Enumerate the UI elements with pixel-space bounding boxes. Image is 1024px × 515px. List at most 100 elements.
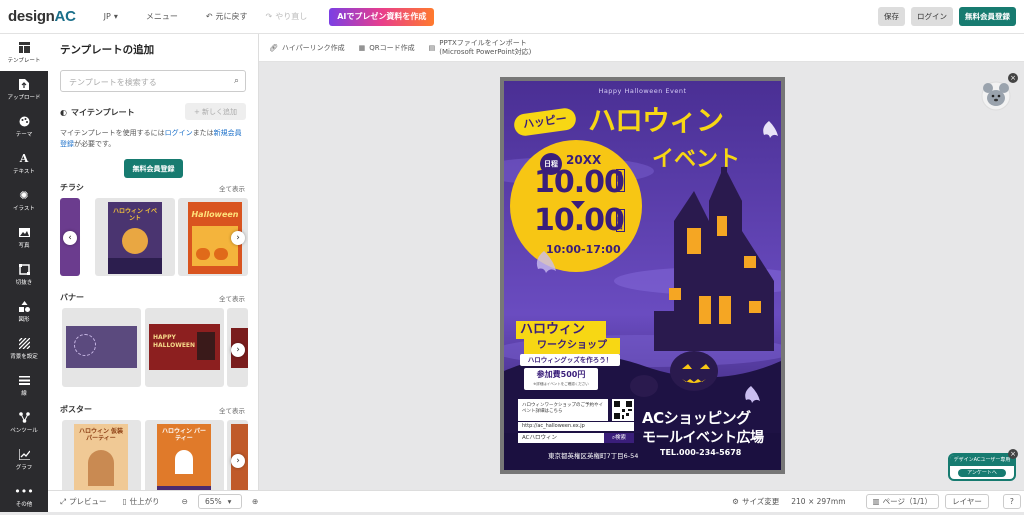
panel-register-button[interactable]: 無料会員登録 (124, 159, 183, 178)
qr-code-button[interactable]: ▦ QRコード作成 (359, 43, 415, 53)
template-thumb[interactable]: HAPPY HALLOWEEN (145, 308, 224, 387)
ai-presentation-button[interactable]: AIでプレゼン資料を作成 (329, 7, 435, 26)
banner-thumbnails: HAPPY HALLOWEEN (60, 308, 248, 388)
sidebar-item-template[interactable]: テンプレート (0, 34, 48, 71)
poster-thumbnails: ハロウィン 仮装パーティー ハロウィン パーティー (60, 420, 248, 490)
register-button[interactable]: 無料会員登録 (959, 7, 1016, 26)
menu-button[interactable]: メニュー (146, 11, 178, 22)
hyperlink-button[interactable]: 🔗︎ ハイパーリンク作成 (269, 43, 345, 53)
layer-button[interactable]: レイヤー (945, 494, 989, 509)
poster-title-2: イベント (652, 147, 741, 172)
book-icon: ▥ (872, 497, 880, 506)
chevron-down-icon: ▾ (227, 497, 232, 506)
sidebar-item-background[interactable]: 背景を設定 (0, 330, 48, 367)
poster-event-en: Happy Halloween Event (598, 87, 687, 95)
page-button[interactable]: ▥ ページ（1/1） (865, 494, 940, 509)
sidebar: テンプレート アップロード テーマ A テキスト ✺ イラスト 写真 切抜き 図形 … (0, 34, 48, 512)
poster-fee-note: ※詳細はイベントをご確認ください (533, 382, 589, 386)
palette-icon (19, 116, 30, 127)
finish-button[interactable]: ▯ 仕上がり (123, 496, 160, 507)
logo[interactable]: designAC (8, 8, 76, 25)
section-poster-title: ポスター (60, 405, 92, 414)
help-button[interactable]: ? (1002, 494, 1021, 509)
zoom-out-icon: ⊖ (181, 497, 188, 506)
poster-search-button: ⌕検索 (604, 433, 634, 443)
zoom-select[interactable]: 65% ▾ (197, 494, 242, 509)
sidebar-item-upload[interactable]: アップロード (0, 71, 48, 108)
pen-tool-icon (18, 411, 30, 423)
login-button[interactable]: ログイン (911, 7, 953, 26)
top-bar: designAC JP ▾ メニュー ↶ 元に戻す ↷ やり直し AIでプレゼン資料を… (0, 0, 1024, 34)
template-icon (18, 41, 30, 53)
section-banner-title: バナー (60, 293, 84, 302)
sidebar-item-pen-tool[interactable]: ペンツール (0, 404, 48, 441)
survey-widget[interactable]: デザインACユーザー専用 アンケートへ (948, 453, 1016, 481)
chevron-right-icon: › (236, 233, 240, 243)
size-change-button[interactable]: ⚙ サイズ変更 (732, 496, 779, 507)
carousel-next-button[interactable]: › (231, 231, 245, 245)
close-icon[interactable]: × (1008, 73, 1018, 83)
sidebar-item-graph[interactable]: グラフ (0, 441, 48, 478)
sidebar-item-crop[interactable]: 切抜き (0, 256, 48, 293)
bottom-bar: ⤢ プレビュー ▯ 仕上がり ⊖ 65% ▾ ⊕ ⚙ サイズ変更 210 × 297mm… (48, 490, 1024, 512)
language-select[interactable]: JP ▾ (104, 12, 118, 21)
chevron-left-icon: ‹ (68, 233, 72, 243)
graph-icon (18, 448, 30, 460)
poster-qr-code (612, 399, 634, 421)
pptx-import-button[interactable]: ▤ PPTXファイルをインポート (Microsoft PowerPoint対応) (429, 39, 532, 57)
sidebar-item-line[interactable]: 線 (0, 367, 48, 404)
template-panel: テンプレートの追加 テンプレートを検索する ⌕ ◐ マイテンプレート + 新しく追加… (48, 34, 259, 490)
survey-button[interactable]: アンケートへ (958, 469, 1006, 477)
carousel-prev-button[interactable]: ‹ (63, 231, 77, 245)
new-add-button[interactable]: + 新しく追加 (185, 103, 246, 120)
template-thumb[interactable]: ハロウィン 仮装パーティー (62, 420, 141, 490)
shapes-icon (18, 300, 30, 312)
sidebar-item-illustration[interactable]: ✺ イラスト (0, 182, 48, 219)
page-size-value: 210 × 297mm (791, 497, 846, 506)
poster-venue-2: モールイベント広場 (642, 430, 764, 446)
save-button[interactable]: 保存 (878, 7, 905, 26)
link-icon: 🔗︎ (269, 43, 278, 52)
zoom-out-button[interactable]: ⊖ (182, 497, 188, 506)
illustration-icon: ✺ (19, 188, 29, 202)
background-icon (18, 337, 30, 349)
template-thumb[interactable]: ハロウィン パーティー (145, 420, 224, 490)
login-link[interactable]: ログイン (165, 129, 193, 137)
poster-address: 東京都英権区英権町7丁目6-54 (548, 452, 639, 460)
redo-icon: ↷ (265, 12, 273, 21)
chevron-right-icon: › (236, 345, 240, 355)
section-banner-see-all[interactable]: 全て表示 (219, 293, 245, 303)
chevron-down-icon: ▾ (113, 12, 118, 21)
mascot-avatar[interactable] (980, 79, 1012, 111)
sidebar-item-photo[interactable]: 写真 (0, 219, 48, 256)
flyer-thumbnails: ハロウィン イベント Halloween (60, 198, 248, 278)
sidebar-item-shapes[interactable]: 図形 (0, 293, 48, 330)
section-poster-see-all[interactable]: 全て表示 (219, 405, 245, 415)
poster-date-1: 10.00 (534, 165, 625, 200)
sub-toolbar: 🔗︎ ハイパーリンク作成 ▦ QRコード作成 ▤ PPTXファイルをインポート (Mic… (259, 34, 1024, 62)
preview-button[interactable]: ⤢ プレビュー (60, 496, 107, 507)
sidebar-item-more[interactable]: ••• その他 (0, 478, 48, 515)
poster-goods: ハロウィングッズを作ろう！ (520, 354, 620, 366)
template-search-input[interactable]: テンプレートを検索する ⌕ (60, 70, 246, 92)
more-icon: ••• (14, 484, 34, 498)
poster-fee: 参加費500円 (536, 370, 586, 379)
zoom-in-icon: ⊕ (251, 497, 259, 506)
my-templates-description: マイテンプレートを使用するにはログインまたは新規会員登録が必要です。 (60, 129, 242, 148)
zoom-in-button[interactable]: ⊕ (252, 497, 258, 506)
undo-button[interactable]: ↶ 元に戻す (206, 11, 248, 22)
template-thumb[interactable] (62, 308, 141, 387)
text-icon: A (19, 151, 29, 165)
sidebar-item-theme[interactable]: テーマ (0, 108, 48, 145)
poster-title-1: ハロウィン (588, 104, 724, 137)
close-icon[interactable]: × (1008, 449, 1018, 459)
carousel-next-button[interactable]: › (231, 343, 245, 357)
design-poster[interactable]: Happy Halloween Event ハッピー ハロウィン イベント 日程… (500, 77, 785, 474)
poster-qr-text: ハロウィンワークショップのご予約やイベント詳細はこちら (518, 399, 608, 421)
section-flyer-see-all[interactable]: 全て表示 (219, 183, 245, 193)
carousel-next-button[interactable]: › (231, 454, 245, 468)
template-thumb[interactable]: ハロウィン イベント (95, 198, 175, 276)
redo-button[interactable]: ↷ やり直し (266, 11, 308, 22)
sidebar-item-text[interactable]: A テキスト (0, 145, 48, 182)
undo-icon: ↶ (205, 12, 213, 21)
